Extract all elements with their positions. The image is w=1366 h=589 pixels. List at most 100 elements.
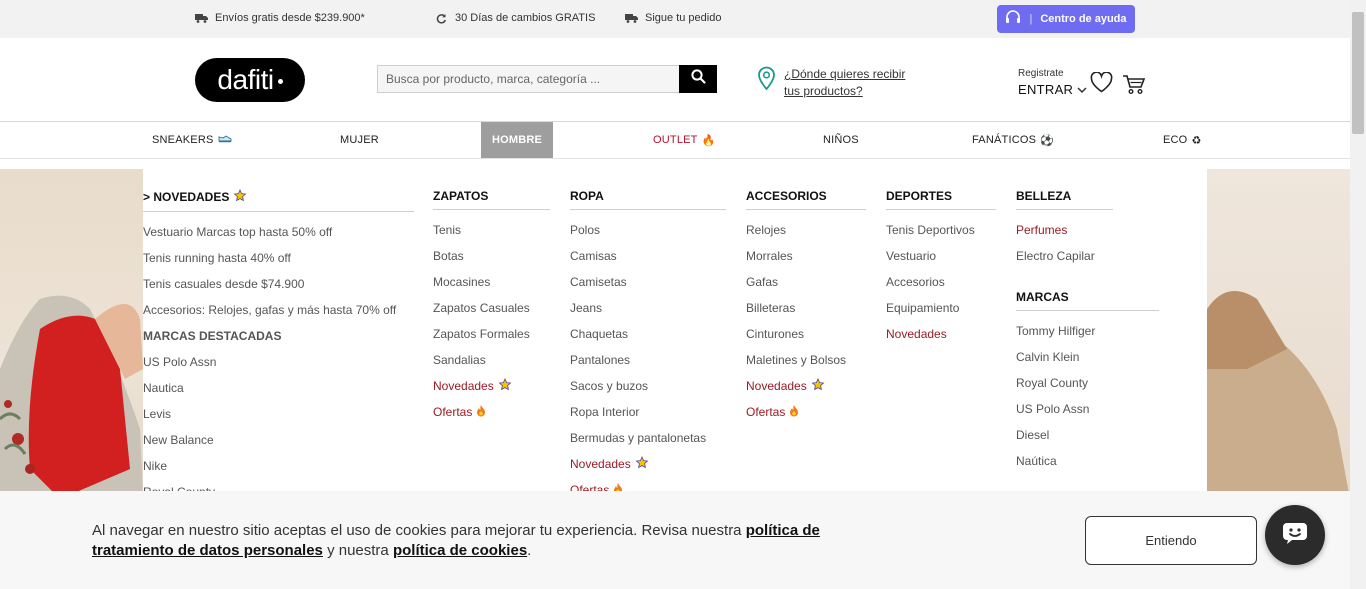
sparkle-star-icon — [811, 378, 825, 395]
menu-link[interactable]: Zapatos Formales — [433, 326, 550, 352]
perk-free-returns-text: 30 Días de cambios GRATIS — [455, 12, 596, 24]
nav-item-mujer[interactable]: MUJER — [340, 122, 379, 158]
menu-link[interactable]: Botas — [433, 248, 550, 274]
search-icon — [690, 69, 706, 89]
menu-link[interactable]: Tenis running hasta 40% off — [143, 250, 414, 276]
menu-link-brand[interactable]: Diesel — [1016, 427, 1159, 453]
menu-link[interactable]: Bermudas y pantalonetas — [570, 430, 726, 456]
delivery-location-link[interactable]: ¿Dónde quieres recibir tus productos? — [757, 66, 914, 100]
chevron-down-icon — [1077, 82, 1087, 97]
menu-link[interactable]: Accesorios: Relojes, gafas y más hasta 7… — [143, 302, 414, 328]
sparkle-star-icon — [498, 378, 512, 395]
menu-heading-novedades[interactable]: > NOVEDADES — [143, 189, 414, 212]
sparkle-star-icon — [635, 456, 649, 473]
soccer-ball-icon: ⚽ — [1040, 134, 1055, 147]
login-dropdown[interactable]: ENTRAR — [1018, 82, 1087, 97]
menu-link[interactable]: Chaquetas — [570, 326, 726, 352]
logo-dot — [277, 78, 283, 84]
fire-icon: 🔥 — [701, 134, 716, 147]
accept-cookies-button[interactable]: Entiendo — [1085, 516, 1257, 565]
nav-item-eco[interactable]: ECO ♻ — [1163, 122, 1202, 158]
menu-heading-belleza[interactable]: BELLEZA — [1016, 189, 1113, 210]
menu-link[interactable]: Mocasines — [433, 274, 550, 300]
nav-item-fanaticos[interactable]: FANÁTICOS ⚽ — [972, 122, 1054, 158]
menu-link[interactable]: Tenis Deportivos — [886, 222, 996, 248]
menu-link-novedades[interactable]: Novedades — [433, 378, 550, 404]
search-input[interactable] — [377, 65, 679, 93]
menu-link-ofertas[interactable]: Ofertas — [433, 404, 550, 430]
menu-link[interactable]: Vestuario — [886, 248, 996, 274]
cookie-policy-link[interactable]: política de cookies — [393, 542, 527, 559]
nav-item-ninos[interactable]: NIÑOS — [823, 122, 859, 158]
menu-link[interactable]: Tenis casuales desde $74.900 — [143, 276, 414, 302]
scrollbar-thumb[interactable] — [1352, 12, 1364, 134]
menu-heading-accesorios[interactable]: ACCESORIOS — [746, 189, 866, 210]
menu-link-novedades[interactable]: Novedades — [570, 456, 726, 482]
menu-link-brand[interactable]: New Balance — [143, 432, 414, 458]
menu-link[interactable]: Gafas — [746, 274, 866, 300]
menu-link[interactable]: Zapatos Casuales — [433, 300, 550, 326]
perk-track-order[interactable]: Sigue tu pedido — [625, 12, 721, 24]
menu-links-zapatos: Tenis Botas Mocasines Zapatos Casuales Z… — [433, 222, 550, 430]
menu-link[interactable]: Accesorios — [886, 274, 996, 300]
menu-link[interactable]: Ropa Interior — [570, 404, 726, 430]
menu-link[interactable]: Vestuario Marcas top hasta 50% off — [143, 224, 414, 250]
nav-item-sneakers[interactable]: SNEAKERS — [152, 122, 232, 158]
menu-link[interactable]: Maletines y Bolsos — [746, 352, 866, 378]
mega-menu-hombre: > NOVEDADES Vestuario Marcas top hasta 5… — [143, 169, 1207, 499]
menu-link-brand[interactable]: Tommy Hilfiger — [1016, 323, 1159, 349]
menu-link[interactable]: Camisetas — [570, 274, 726, 300]
menu-link[interactable]: Pantalones — [570, 352, 726, 378]
cart-button[interactable] — [1122, 74, 1146, 100]
recycle-icon: ♻ — [1191, 134, 1202, 147]
menu-link[interactable]: Morrales — [746, 248, 866, 274]
menu-link-novedades[interactable]: Novedades — [746, 378, 866, 404]
menu-link[interactable]: Cinturones — [746, 326, 866, 352]
menu-link[interactable]: Tenis — [433, 222, 550, 248]
menu-links-ropa: Polos Camisas Camisetas Jeans Chaquetas … — [570, 222, 726, 499]
menu-heading-deportes[interactable]: DEPORTES — [886, 189, 996, 210]
nav-item-hombre[interactable]: HOMBRE — [481, 122, 554, 158]
menu-link-brand[interactable]: Naútica — [1016, 453, 1159, 479]
menu-link-brand[interactable]: Royal County — [1016, 375, 1159, 401]
menu-link-brand[interactable]: Calvin Klein — [1016, 349, 1159, 375]
menu-heading-zapatos[interactable]: ZAPATOS — [433, 189, 550, 210]
menu-link-perfumes[interactable]: Perfumes — [1016, 222, 1159, 248]
search-button[interactable] — [679, 65, 717, 93]
menu-link[interactable]: Equipamiento — [886, 300, 996, 326]
menu-link[interactable]: Sandalias — [433, 352, 550, 378]
page-scrollbar[interactable] — [1350, 0, 1366, 589]
cart-icon — [1122, 75, 1146, 99]
menu-links-novedades: Vestuario Marcas top hasta 50% off Tenis… — [143, 224, 414, 499]
menu-link-brand[interactable]: Nike — [143, 458, 414, 484]
menu-link-brand[interactable]: Levis — [143, 406, 414, 432]
menu-link-brand[interactable]: Nautica — [143, 380, 414, 406]
menu-column-zapatos: ZAPATOS Tenis Botas Mocasines Zapatos Ca… — [433, 189, 550, 430]
menu-link-novedades[interactable]: Novedades — [886, 326, 996, 352]
help-center-button[interactable]: | Centro de ayuda — [997, 5, 1135, 33]
menu-column-deportes: DEPORTES Tenis Deportivos Vestuario Acce… — [886, 189, 996, 352]
register-link[interactable]: Registrate — [1018, 68, 1087, 79]
nav-item-outlet[interactable]: OUTLET 🔥 — [653, 122, 716, 158]
menu-heading-marcas[interactable]: MARCAS — [1016, 290, 1159, 311]
menu-link[interactable]: Electro Capilar — [1016, 248, 1159, 274]
menu-link-ofertas[interactable]: Ofertas — [746, 404, 866, 430]
account-menu[interactable]: Registrate ENTRAR — [1018, 68, 1087, 97]
menu-heading-ropa[interactable]: ROPA — [570, 189, 726, 210]
hero-left-image — [0, 169, 143, 499]
perk-free-shipping[interactable]: Envíos gratis desde $239.900* — [195, 12, 365, 24]
perk-free-returns[interactable]: 30 Días de cambios GRATIS — [435, 12, 595, 24]
menu-link-brand[interactable]: US Polo Assn — [143, 354, 414, 380]
wishlist-button[interactable] — [1090, 71, 1113, 98]
logo-text: dafiti — [217, 64, 274, 95]
menu-link-brand[interactable]: US Polo Assn — [1016, 401, 1159, 427]
menu-link[interactable]: Jeans — [570, 300, 726, 326]
chat-widget-button[interactable] — [1265, 505, 1325, 565]
menu-links-deportes: Tenis Deportivos Vestuario Accesorios Eq… — [886, 222, 996, 352]
dafiti-logo[interactable]: dafiti — [195, 58, 305, 102]
menu-link[interactable]: Sacos y buzos — [570, 378, 726, 404]
menu-link[interactable]: Billeteras — [746, 300, 866, 326]
menu-link[interactable]: Camisas — [570, 248, 726, 274]
menu-link[interactable]: Relojes — [746, 222, 866, 248]
menu-link[interactable]: Polos — [570, 222, 726, 248]
